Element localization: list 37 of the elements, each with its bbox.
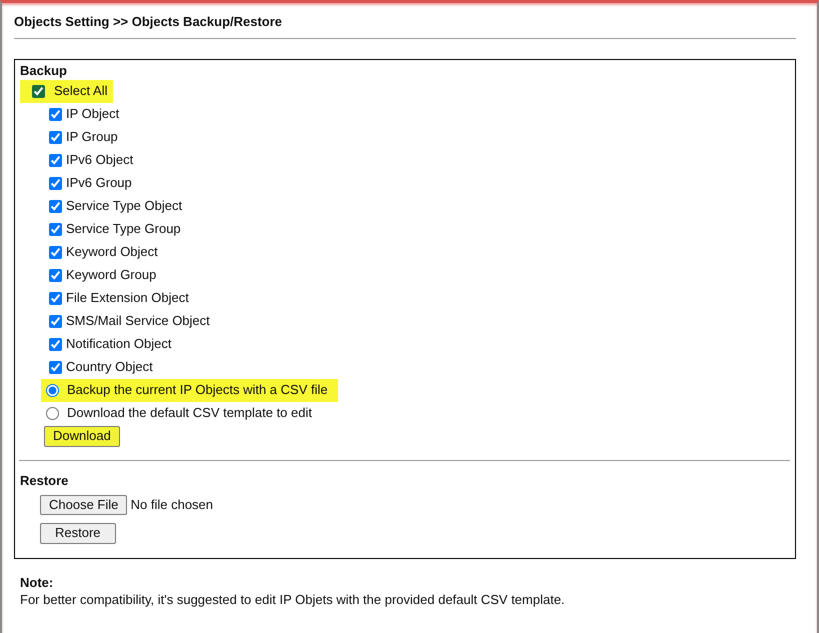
radio-button[interactable] [46, 384, 59, 397]
checkbox-label[interactable]: IPv6 Object [66, 152, 134, 169]
checkbox-label[interactable]: Keyword Group [66, 266, 156, 284]
section-heading: Backup [20, 62, 68, 80]
checkbox[interactable] [49, 268, 62, 282]
radio-label[interactable]: Download the default CSV template to edit [67, 404, 322, 422]
checkbox-label[interactable]: IP Object [66, 106, 120, 123]
download-button[interactable]: Download [44, 426, 120, 447]
checkbox-label[interactable]: SMS/Mail Service Object [66, 312, 210, 330]
checkbox[interactable] [49, 360, 62, 374]
checkbox[interactable] [32, 84, 45, 98]
file-status-text: No file chosen [130, 496, 214, 514]
checkbox[interactable] [49, 176, 62, 190]
checkbox[interactable] [49, 200, 62, 213]
checkbox[interactable] [49, 292, 62, 305]
checkbox[interactable] [49, 246, 62, 259]
checkbox-label[interactable]: IP Group [66, 128, 118, 146]
restore-button[interactable]: Restore [40, 523, 116, 544]
radio-button[interactable] [46, 406, 59, 420]
section-heading: Restore [20, 472, 70, 490]
checkbox[interactable] [49, 314, 62, 328]
checkbox-label[interactable]: Service Type Group [66, 220, 181, 238]
choose-file-button[interactable]: Choose File [40, 494, 128, 516]
checkbox-label[interactable]: IPv6 Group [66, 174, 132, 192]
note-heading: Note: [20, 575, 54, 592]
checkbox-label[interactable]: Country Object [66, 358, 153, 376]
checkbox[interactable] [49, 108, 62, 121]
checkbox-label[interactable]: Keyword Object [66, 244, 158, 261]
checkbox[interactable] [49, 222, 62, 236]
checkbox[interactable] [49, 154, 62, 167]
checkbox-label[interactable]: Notification Object [66, 336, 172, 353]
checkbox[interactable] [49, 130, 62, 144]
checkbox-label[interactable]: Service Type Object [66, 198, 182, 215]
page-title: Objects Setting >> Objects Backup/Restore [14, 14, 796, 39]
checkbox-label[interactable]: File Extension Object [66, 290, 189, 307]
note-text: For better compatibility, it's suggested to edit IP Objets with the provided default CSV template. [20, 592, 566, 610]
checkbox[interactable] [49, 338, 62, 351]
